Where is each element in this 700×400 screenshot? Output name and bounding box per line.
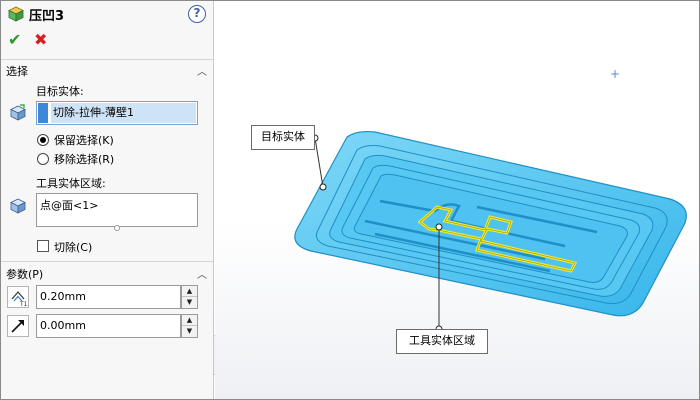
clearance-direction-icon[interactable]: [7, 315, 29, 337]
clearance-input[interactable]: 0.00mm: [36, 314, 181, 338]
selection-section-title[interactable]: 选择: [6, 63, 28, 79]
keep-selection-radio[interactable]: [37, 134, 49, 146]
parameters-section-title[interactable]: 参数(P): [6, 266, 43, 282]
cut-checkbox[interactable]: [37, 240, 49, 252]
target-body-value: 切除-拉伸-薄壁1: [51, 103, 196, 123]
thickness-input[interactable]: 0.20mm: [36, 285, 181, 309]
cancel-button[interactable]: ✖: [34, 31, 47, 49]
collapse-chevron-icon[interactable]: ︿: [197, 266, 207, 281]
target-body-field[interactable]: 切除-拉伸-薄壁1: [36, 101, 198, 125]
body-select-icon: [10, 104, 26, 121]
help-icon[interactable]: ?: [188, 5, 206, 23]
tool-body-select-icon: [10, 198, 26, 214]
tool-region-value: 点@面<1>: [40, 199, 99, 212]
cut-label[interactable]: 切除(C): [54, 239, 92, 255]
panel-header: 压凹3 ? ✔ ✖: [1, 1, 214, 57]
keep-selection-label[interactable]: 保留选择(K): [54, 132, 114, 148]
target-body-label: 目标实体:: [36, 85, 84, 98]
clearance-spinner[interactable]: ▲ ▼: [181, 314, 198, 338]
indent-feature-icon: [8, 6, 24, 22]
resize-handle[interactable]: [114, 225, 120, 231]
tool-region-field[interactable]: 点@面<1>: [36, 193, 198, 227]
tool-region-label: 工具实体区域:: [36, 177, 106, 190]
thickness-spinner[interactable]: ▲ ▼: [181, 285, 198, 309]
property-manager-panel: 压凹3 ? ✔ ✖ 选择 ︿ 目标实体: 切除-拉伸-薄壁1 保留选择(K) 移…: [1, 1, 214, 399]
svg-text:T1: T1: [19, 301, 28, 307]
callout-tool-region[interactable]: 工具实体区域: [396, 329, 488, 354]
collapse-chevron-icon[interactable]: ︿: [197, 63, 207, 78]
remove-selection-radio[interactable]: [37, 153, 49, 165]
page-title: 压凹3: [29, 9, 65, 24]
remove-selection-label[interactable]: 移除选择(R): [54, 151, 114, 167]
origin-marker-icon: +: [610, 67, 621, 81]
thickness-icon: T1: [7, 286, 29, 308]
ok-button[interactable]: ✔: [8, 31, 21, 49]
callout-target-body[interactable]: 目标实体: [251, 125, 315, 150]
divider: [1, 261, 214, 262]
divider: [1, 59, 214, 60]
